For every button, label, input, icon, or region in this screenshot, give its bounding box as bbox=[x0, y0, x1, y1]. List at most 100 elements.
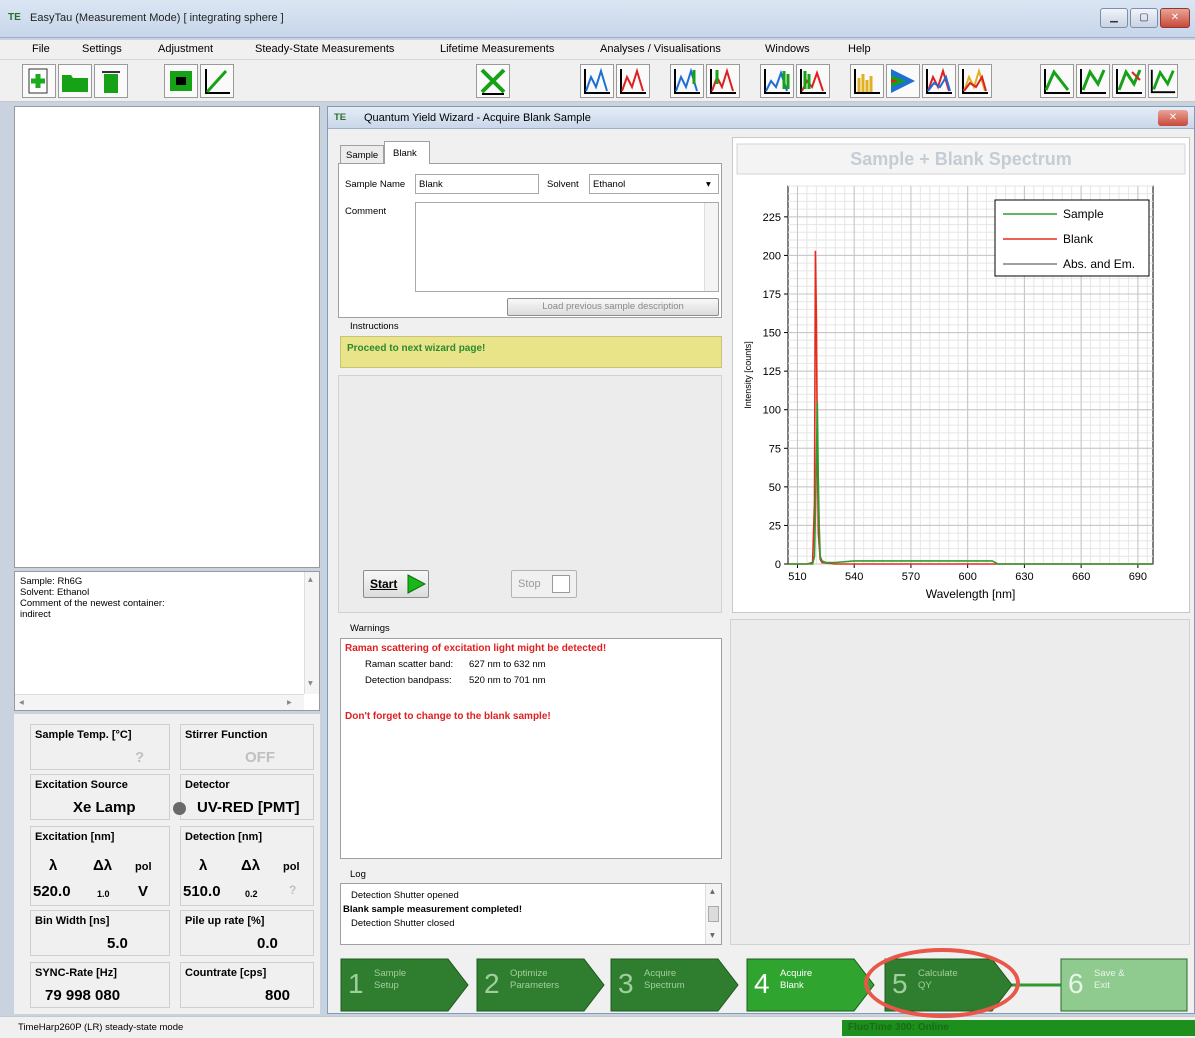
log-scroll-thumb[interactable] bbox=[708, 906, 719, 922]
info-vertical-scrollbar[interactable]: ▴ ▾ bbox=[304, 572, 319, 694]
spectrum-button[interactable] bbox=[580, 64, 614, 98]
comment-label: Comment bbox=[345, 206, 387, 217]
wizard-title-bar: TE Quantum Yield Wizard - Acquire Blank … bbox=[328, 107, 1194, 129]
menu-file[interactable]: File bbox=[32, 43, 50, 55]
x-tick-label: 570 bbox=[902, 571, 920, 583]
triangle-map-button[interactable] bbox=[886, 64, 920, 98]
step-number: 3 bbox=[618, 968, 634, 999]
pileup-box: Pile up rate [%] 0.0 bbox=[180, 910, 314, 956]
raman-band-value: 627 nm to 632 nm bbox=[469, 659, 546, 670]
tab-blank-label: Blank bbox=[393, 148, 417, 159]
log-box: Detection Shutter opened Blank sample me… bbox=[340, 883, 722, 945]
menu-steady-state[interactable]: Steady-State Measurements bbox=[255, 43, 394, 55]
instructions-box: Proceed to next wizard page! bbox=[340, 336, 722, 368]
x-axis-label: Wavelength [nm] bbox=[926, 587, 1016, 601]
excitation-label: Excitation [nm] bbox=[35, 831, 115, 843]
excitation-source-value: Xe Lamp bbox=[73, 799, 136, 816]
triangle-map-icon bbox=[891, 69, 915, 93]
decay-fit-green-2-icon bbox=[1150, 69, 1176, 94]
decay-fit-button[interactable] bbox=[1040, 64, 1074, 98]
overlay-button[interactable] bbox=[922, 64, 956, 98]
legend-label: Sample bbox=[1063, 207, 1104, 221]
new-button[interactable] bbox=[22, 64, 56, 98]
app-icon: TE bbox=[8, 12, 21, 23]
maximize-icon: ▢ bbox=[1139, 12, 1149, 23]
decay-button[interactable] bbox=[200, 64, 234, 98]
wizard-step-6[interactable]: 6 Save & Exit bbox=[1060, 956, 1188, 1016]
binwidth-box: Bin Width [ns] 5.0 bbox=[30, 910, 170, 956]
spectrum-red-button[interactable] bbox=[616, 64, 650, 98]
scroll-down-icon: ▾ bbox=[710, 930, 715, 941]
info-line: indirect bbox=[20, 609, 51, 620]
sample-name-field[interactable]: Blank bbox=[415, 174, 539, 194]
spectrum-stack-red-button[interactable] bbox=[796, 64, 830, 98]
open-folder-icon bbox=[62, 75, 88, 92]
spectrum-chart: Sample + Blank Spectrum 510 540 570 600 630 66… bbox=[736, 143, 1186, 601]
status-bar: TimeHarp260P (LR) steady-state mode Fluo… bbox=[0, 1016, 1195, 1038]
excitation-pol-value: V bbox=[138, 883, 149, 900]
spectrum-multi-button[interactable] bbox=[670, 64, 704, 98]
comment-textarea[interactable] bbox=[415, 202, 719, 292]
scroll-up-icon: ▴ bbox=[308, 574, 313, 585]
load-previous-button[interactable]: Load previous sample description bbox=[507, 298, 719, 316]
maximize-button[interactable]: ▢ bbox=[1130, 8, 1158, 28]
y-tick-label: 125 bbox=[763, 366, 781, 378]
countrate-box: Countrate [cps] 800 bbox=[180, 962, 314, 1008]
comment-scrollbar[interactable] bbox=[704, 203, 718, 291]
delete-button[interactable] bbox=[94, 64, 128, 98]
spectrum-stack-button[interactable] bbox=[760, 64, 794, 98]
wizard-step-4[interactable]: 4 Acquire Blank bbox=[746, 956, 876, 1016]
wizard-close-button[interactable]: ✕ bbox=[1158, 110, 1188, 126]
y-tick-label: 25 bbox=[769, 520, 781, 532]
menu-lifetime[interactable]: Lifetime Measurements bbox=[440, 43, 554, 55]
wizard-step-2[interactable]: 2 Optimize Parameters bbox=[476, 956, 606, 1016]
spectrum-icon bbox=[584, 67, 610, 94]
log-scrollbar[interactable]: ▴ ▾ bbox=[705, 884, 721, 944]
stop-label: Stop bbox=[518, 578, 541, 590]
menu-analyses[interactable]: Analyses / Visualisations bbox=[600, 43, 721, 55]
info-horizontal-scrollbar[interactable]: ◂ ▸ bbox=[15, 694, 304, 710]
container-tree-panel[interactable] bbox=[14, 106, 320, 568]
scroll-down-icon: ▾ bbox=[308, 678, 313, 689]
menu-help[interactable]: Help bbox=[848, 43, 871, 55]
detection-dlambda-value: 0.2 bbox=[245, 889, 258, 899]
overlay-red-button[interactable] bbox=[958, 64, 992, 98]
scroll-up-icon: ▴ bbox=[710, 886, 715, 897]
decay-fit-green-button[interactable] bbox=[1076, 64, 1110, 98]
menu-adjustment[interactable]: Adjustment bbox=[158, 43, 213, 55]
status-left: TimeHarp260P (LR) steady-state mode bbox=[18, 1022, 184, 1033]
open-button[interactable] bbox=[58, 64, 92, 98]
minimize-button[interactable]: ▁ bbox=[1100, 8, 1128, 28]
tools-button[interactable] bbox=[476, 64, 510, 98]
tools-icon bbox=[480, 68, 506, 95]
menu-windows[interactable]: Windows bbox=[765, 43, 810, 55]
tab-sample[interactable]: Sample bbox=[340, 145, 384, 163]
step-number: 2 bbox=[484, 968, 500, 999]
step-label: Sample Setup bbox=[374, 968, 407, 991]
spectrum-multi-red-button[interactable] bbox=[706, 64, 740, 98]
tab-blank[interactable]: Blank bbox=[384, 141, 430, 164]
decay-fit-green-2-button[interactable] bbox=[1148, 64, 1178, 98]
decay-fit-multi-button[interactable] bbox=[1112, 64, 1146, 98]
log-line: Detection Shutter opened bbox=[351, 890, 459, 901]
close-button[interactable]: ✕ bbox=[1160, 8, 1190, 28]
play-icon bbox=[407, 574, 426, 594]
wizard-step-3[interactable]: 3 Acquire Spectrum bbox=[610, 956, 740, 1016]
y-tick-label: 200 bbox=[763, 250, 781, 262]
detector-label: Detector bbox=[185, 779, 230, 791]
stop-button[interactable]: Stop bbox=[511, 570, 577, 598]
bars-button[interactable] bbox=[850, 64, 884, 98]
x-tick-label: 600 bbox=[958, 571, 976, 583]
connection-status: FluoTime 300: Online bbox=[842, 1020, 1195, 1036]
y-tick-label: 75 bbox=[769, 443, 781, 455]
menu-settings[interactable]: Settings bbox=[82, 43, 122, 55]
info-line: Sample: Rh6G bbox=[20, 576, 83, 587]
y-tick-label: 225 bbox=[763, 212, 781, 224]
wizard-step-1[interactable]: 1 Sample Setup bbox=[340, 956, 470, 1016]
solvent-select[interactable]: Ethanol ▾ bbox=[589, 174, 719, 194]
start-button[interactable]: Start bbox=[363, 570, 429, 598]
align-button[interactable] bbox=[164, 64, 198, 98]
solvent-label: Solvent bbox=[547, 179, 579, 190]
log-label: Log bbox=[350, 869, 366, 880]
tab-sample-label: Sample bbox=[346, 150, 379, 161]
